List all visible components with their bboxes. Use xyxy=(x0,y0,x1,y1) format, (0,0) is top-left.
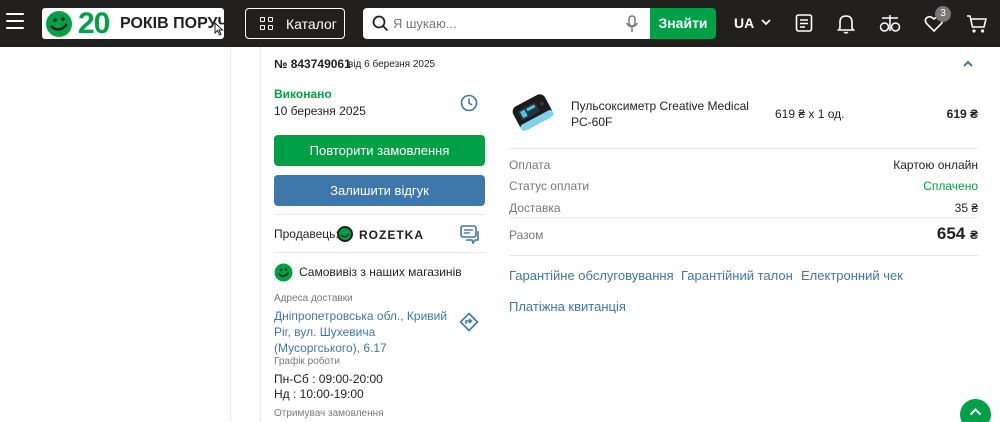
payment-status-value: Сплачено xyxy=(923,179,978,193)
orders-icon[interactable] xyxy=(795,13,813,33)
schedule-sunday: Нд : 10:00-19:00 xyxy=(274,387,364,401)
search-box xyxy=(363,8,650,39)
rozetka-logo[interactable]: 20 РОКІВ ПОРУЧ xyxy=(42,7,229,40)
divider xyxy=(509,217,978,218)
chevron-down-icon[interactable] xyxy=(761,18,771,26)
microphone-icon[interactable] xyxy=(625,15,639,33)
search-submit-button[interactable]: Знайти xyxy=(650,8,716,39)
chat-icon[interactable] xyxy=(460,225,480,244)
bell-icon[interactable] xyxy=(837,13,855,34)
product-quantity: 619 ₴ x 1 од. xyxy=(775,107,845,121)
compare-icon[interactable] xyxy=(879,13,901,33)
order-total-amount: 654 xyxy=(936,224,966,243)
repeat-order-button[interactable]: Повторити замовлення xyxy=(274,135,485,166)
payment-status-label: Статус оплати xyxy=(509,179,590,193)
cursor-icon xyxy=(214,22,224,36)
catalog-button[interactable]: Каталог xyxy=(245,8,345,39)
order-status-date: 10 березня 2025 xyxy=(274,104,366,118)
chevron-up-icon[interactable] xyxy=(962,59,974,68)
catalog-label: Каталог xyxy=(286,16,337,32)
search-input[interactable] xyxy=(393,8,613,39)
divider xyxy=(274,214,485,215)
payment-label: Оплата xyxy=(509,158,551,172)
delivery-value: 35 ₴ xyxy=(954,201,978,215)
search-icon xyxy=(372,15,389,32)
warranty-service-link[interactable]: Гарантійне обслуговування xyxy=(509,268,674,283)
seller-label: Продавець: xyxy=(274,227,339,241)
language-selector[interactable]: UA xyxy=(734,15,754,31)
address-label: Адреса доставки xyxy=(274,293,353,304)
payment-receipt-link[interactable]: Платіжна квитанція xyxy=(509,299,626,314)
delivery-label: Доставка xyxy=(509,201,561,215)
logo-text: РОКІВ ПОРУЧ xyxy=(120,15,229,32)
order-date: від 6 березня 2025 xyxy=(348,59,436,70)
seller-name[interactable]: ROZETKA xyxy=(359,228,424,242)
delivery-method: Самовивіз з наших магазинів xyxy=(299,265,462,279)
product-name[interactable]: Пульсоксиметр Creative Medical PC-60F xyxy=(571,98,761,130)
chevron-up-icon xyxy=(969,408,982,416)
directions-icon[interactable] xyxy=(459,312,479,332)
product-image[interactable] xyxy=(509,87,557,139)
total-label: Разом xyxy=(509,228,544,242)
catalog-icon xyxy=(260,17,274,31)
wishlist-count-badge: 3 xyxy=(935,6,951,22)
divider xyxy=(274,252,485,253)
sidebar-divider xyxy=(230,47,231,422)
divider xyxy=(509,255,978,256)
pickup-store-icon xyxy=(274,263,293,282)
schedule-label: Графік роботи xyxy=(274,356,340,367)
rozetka-smile-icon xyxy=(337,226,353,242)
smile-logo-icon xyxy=(46,11,72,37)
order-total: 654 ₴ xyxy=(800,224,978,244)
clock-icon[interactable] xyxy=(460,94,478,112)
order-number: № 843749061 xyxy=(274,57,351,71)
top-header: 20 РОКІВ ПОРУЧ Каталог Знайти UA xyxy=(0,0,1000,47)
e-receipt-link[interactable]: Електронний чек xyxy=(801,268,903,283)
warranty-card-link[interactable]: Гарантійний талон xyxy=(681,268,793,283)
scroll-to-top-button[interactable] xyxy=(960,399,991,422)
delivery-address[interactable]: Дніпропетровська обл., Кривий Ріг, вул. … xyxy=(274,308,454,356)
schedule-weekdays: Пн-Сб : 09:00-20:00 xyxy=(274,372,383,386)
payment-value: Картою онлайн xyxy=(893,158,978,172)
menu-icon[interactable] xyxy=(6,13,24,31)
order-total-currency: ₴ xyxy=(969,228,978,242)
product-total: 619 ₴ xyxy=(946,107,978,121)
leave-review-button[interactable]: Залишити відгук xyxy=(274,175,485,206)
cart-icon[interactable] xyxy=(966,14,988,34)
recipient-label: Отримувач замовлення xyxy=(274,408,384,419)
divider xyxy=(509,148,978,149)
logo-number: 20 xyxy=(78,7,110,40)
order-status: Виконано xyxy=(274,87,332,101)
